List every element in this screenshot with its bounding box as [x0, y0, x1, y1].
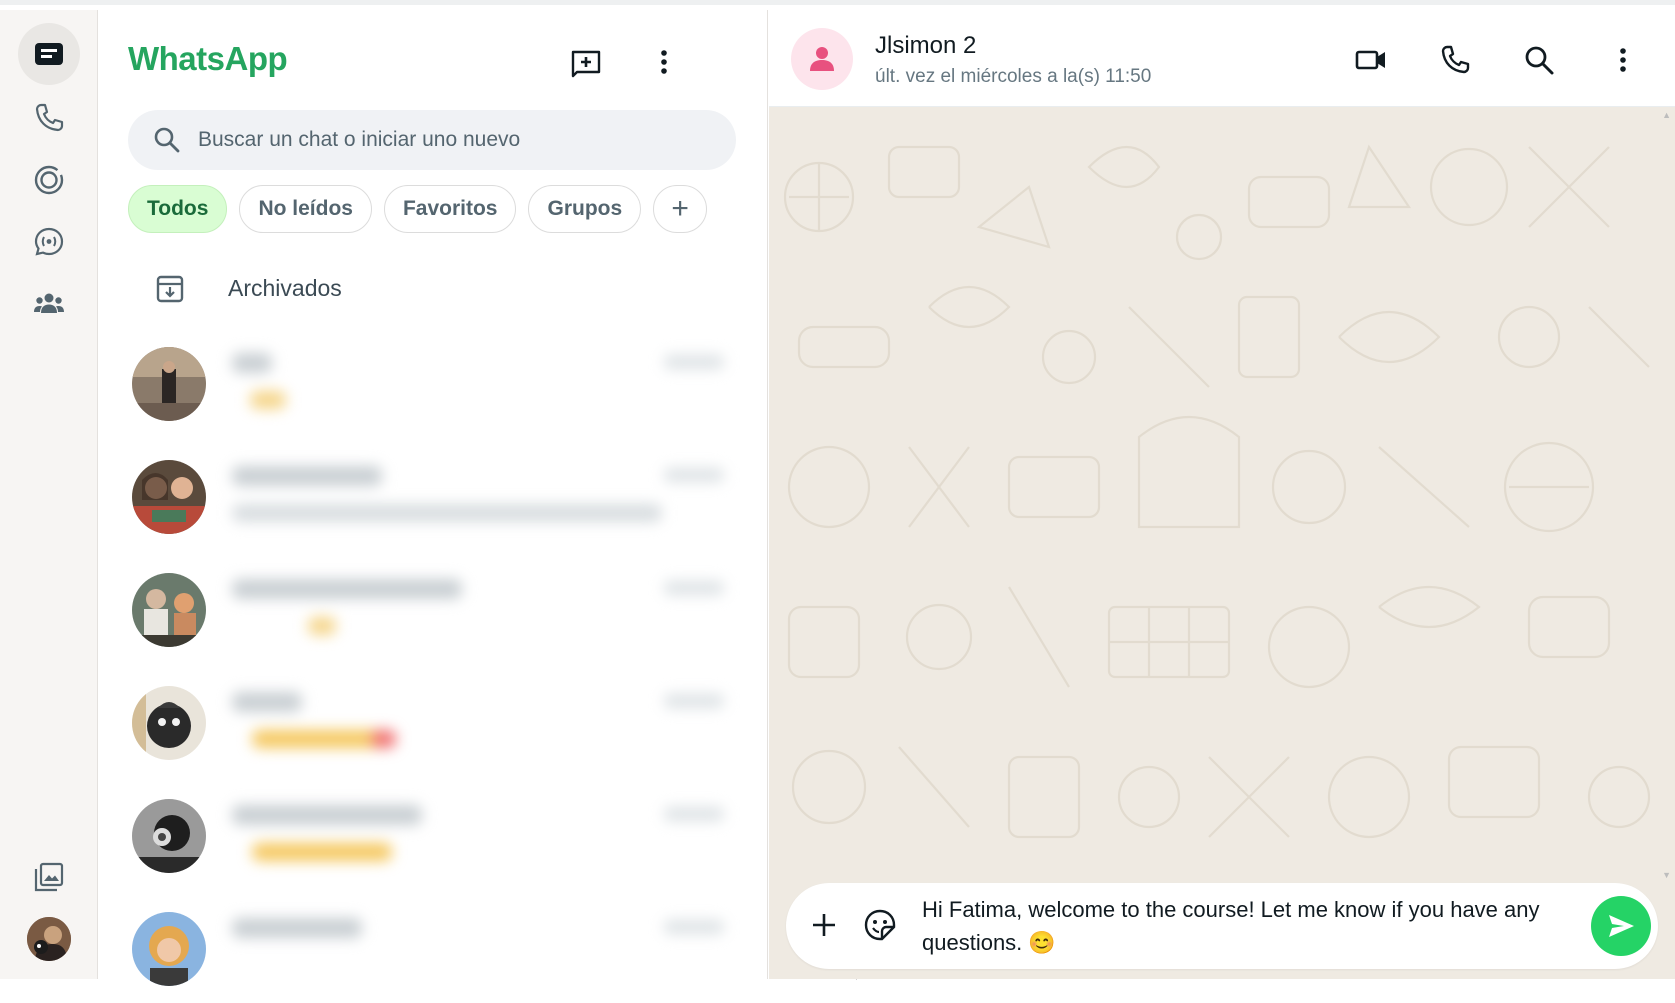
whatsapp-window: WhatsApp Todos No leídos Favorit	[0, 0, 1675, 986]
new-chat-button[interactable]	[564, 40, 608, 84]
contact-name: Jlsimon 2	[875, 32, 977, 59]
chat-row[interactable]	[98, 325, 748, 438]
chat-row[interactable]	[98, 777, 748, 890]
status-nav-button[interactable]	[18, 149, 80, 211]
chat-row[interactable]	[98, 551, 748, 664]
filter-chip-favorites[interactable]: Favoritos	[383, 185, 517, 233]
chat-wallpaper-doodles	[783, 144, 1651, 839]
chat-preview-blurred	[222, 325, 742, 438]
chat-preview-blurred	[222, 664, 742, 777]
voice-call-button[interactable]	[1433, 38, 1477, 82]
chat-row[interactable]	[98, 438, 748, 551]
chat-preview-blurred	[222, 890, 742, 1003]
chat-avatar	[132, 799, 206, 873]
contact-avatar[interactable]	[791, 28, 853, 90]
channels-nav-button[interactable]	[18, 211, 80, 273]
profile-avatar[interactable]	[27, 917, 71, 961]
brand-title: WhatsApp	[128, 40, 288, 77]
conversation-menu-button[interactable]	[1601, 38, 1645, 82]
video-camera-icon	[1355, 50, 1385, 70]
chat-preview-blurred	[222, 438, 742, 551]
chats-nav-button[interactable]	[18, 23, 80, 85]
attach-button[interactable]	[804, 905, 844, 945]
more-vertical-icon	[661, 50, 667, 74]
send-icon	[1609, 915, 1634, 937]
plus-icon	[813, 914, 835, 936]
media-gallery-icon	[34, 862, 64, 892]
conversation-scroll-down-arrow[interactable]: ▼	[1662, 870, 1671, 880]
phone-icon	[35, 103, 64, 132]
conversation-pane: Jlsimon 2 últ. vez el miércoles a la(s) …	[769, 10, 1675, 979]
conversation-header[interactable]: Jlsimon 2 últ. vez el miércoles a la(s) …	[769, 10, 1675, 107]
communities-icon	[34, 293, 64, 313]
chat-row[interactable]	[98, 890, 748, 1003]
calls-nav-button[interactable]	[18, 87, 80, 149]
chat-avatar	[132, 686, 206, 760]
video-call-button[interactable]	[1349, 38, 1393, 82]
conversation-scroll-up-arrow[interactable]: ▲	[1662, 110, 1671, 120]
archive-icon	[156, 275, 184, 303]
phone-icon	[1441, 45, 1470, 74]
contact-last-seen: últ. vez el miércoles a la(s) 11:50	[875, 66, 1152, 87]
chat-avatar	[132, 912, 206, 986]
message-composer: Hi Fatima, welcome to the course! Let me…	[786, 883, 1658, 969]
chat-list-panel: WhatsApp Todos No leídos Favorit	[98, 10, 861, 986]
new-chat-icon	[571, 50, 601, 78]
filter-chip-all[interactable]: Todos	[128, 185, 228, 233]
send-button[interactable]	[1591, 896, 1651, 956]
sticker-icon	[864, 909, 896, 941]
filter-chip-unread[interactable]: No leídos	[239, 185, 372, 233]
chat-avatar	[132, 347, 206, 421]
communities-nav-button[interactable]	[18, 273, 80, 335]
menu-button[interactable]	[642, 40, 686, 84]
message-input[interactable]: Hi Fatima, welcome to the course! Let me…	[922, 893, 1562, 959]
plus-icon: +	[671, 192, 689, 225]
search-bar[interactable]	[128, 110, 736, 170]
archived-label: Archivados	[228, 275, 342, 301]
chat-preview-blurred	[222, 551, 742, 664]
search-input[interactable]	[198, 110, 718, 170]
chat-bubble-icon	[35, 43, 63, 65]
search-messages-button[interactable]	[1517, 38, 1561, 82]
chat-avatar	[132, 460, 206, 534]
chat-avatar	[132, 573, 206, 647]
filter-chip-groups[interactable]: Grupos	[528, 185, 642, 233]
sticker-emoji-button[interactable]	[860, 905, 900, 945]
chat-preview-blurred	[222, 777, 742, 890]
archived-row[interactable]: Archivados	[98, 255, 748, 323]
more-vertical-icon	[1620, 48, 1626, 72]
media-nav-button[interactable]	[18, 846, 80, 908]
channels-icon	[34, 227, 64, 256]
nav-rail	[0, 10, 98, 979]
search-icon	[154, 127, 180, 153]
filter-chips: Todos No leídos Favoritos Grupos +	[128, 185, 708, 233]
status-ring-icon	[34, 165, 64, 195]
chat-row[interactable]	[98, 664, 748, 777]
search-icon	[1525, 46, 1554, 75]
add-filter-button[interactable]: +	[653, 185, 708, 233]
default-person-icon	[810, 47, 834, 71]
